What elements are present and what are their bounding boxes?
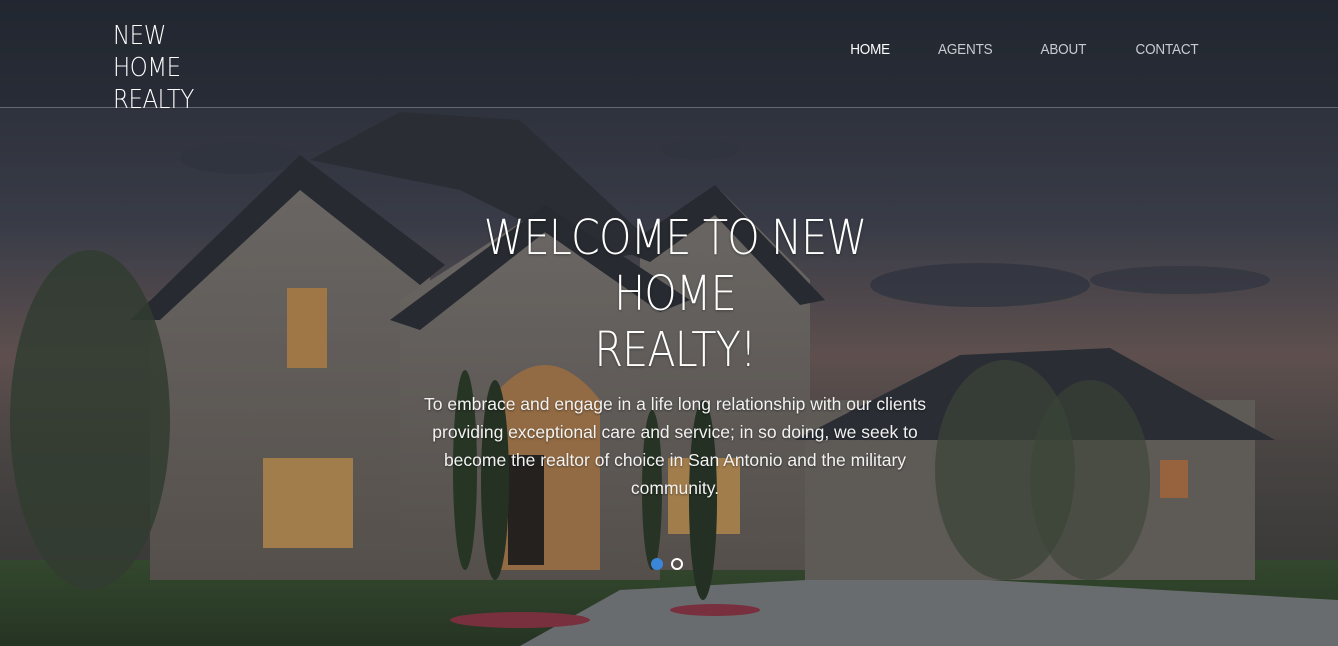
hero-section: NEW HOME REALTY HOME AGENTS ABOUT CONTAC… — [0, 0, 1338, 646]
brand-line-2: REALTY — [113, 85, 194, 115]
nav-item-about[interactable]: ABOUT — [1041, 41, 1087, 58]
hero-title: WELCOME TO NEW HOME REALTY! — [451, 210, 900, 378]
brand-line-1: NEW HOME — [113, 21, 181, 83]
brand-logo[interactable]: NEW HOME REALTY — [113, 20, 236, 116]
hero-title-line-2: REALTY! — [594, 322, 756, 378]
nav-item-home[interactable]: HOME — [850, 41, 890, 58]
hero-caption: WELCOME TO NEW HOME REALTY! To embrace a… — [414, 210, 936, 502]
carousel-indicators — [651, 558, 683, 570]
nav-item-contact[interactable]: CONTACT — [1136, 41, 1199, 58]
nav-item-agents[interactable]: AGENTS — [938, 41, 993, 58]
hero-description: To embrace and engage in a life long rel… — [424, 394, 926, 498]
nav-menu: HOME AGENTS ABOUT CONTACT — [805, 41, 1202, 59]
carousel-dot-1[interactable] — [651, 558, 663, 570]
navbar: NEW HOME REALTY HOME AGENTS ABOUT CONTAC… — [0, 0, 1338, 115]
hero-title-line-1: WELCOME TO NEW HOME — [483, 210, 867, 322]
carousel-dot-2[interactable] — [671, 558, 683, 570]
